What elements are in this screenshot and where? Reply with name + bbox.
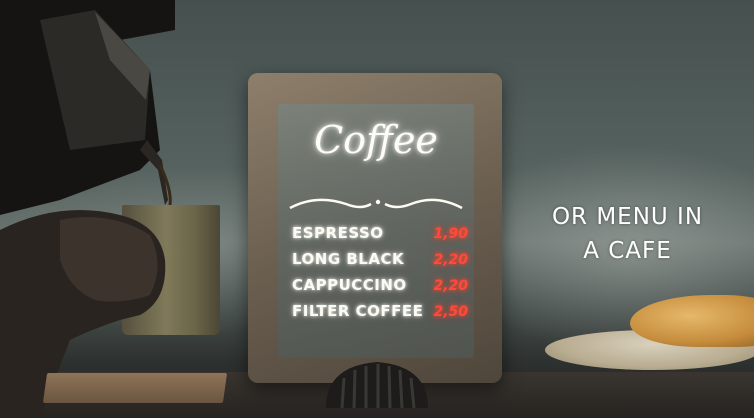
menu-item: FILTER COFFEE 2,50	[292, 302, 468, 328]
menu-list: ESPRESSO 1,90 LONG BLACK 2,20 CAPPUCCINO…	[292, 224, 468, 328]
item-name: CAPPUCCINO	[292, 276, 407, 294]
item-price: 2,20	[433, 278, 468, 294]
item-price: 2,50	[433, 304, 468, 320]
menu-item: CAPPUCCINO 2,20	[292, 276, 468, 302]
decorative-flourish	[289, 198, 463, 210]
menu-title: Coffee	[314, 118, 438, 162]
overlay-caption: OR MENU IN A CAFE	[525, 200, 730, 268]
notebook	[42, 373, 228, 403]
moka-pot	[0, 0, 175, 215]
board-stand	[326, 362, 428, 408]
item-name: FILTER COFFEE	[292, 302, 424, 320]
item-price: 1,90	[433, 226, 468, 242]
item-name: LONG BLACK	[292, 250, 405, 268]
caption-line-2: A CAFE	[583, 238, 672, 264]
item-price: 2,20	[433, 252, 468, 268]
menu-item: LONG BLACK 2,20	[292, 250, 468, 276]
item-name: ESPRESSO	[292, 224, 384, 242]
menu-item: ESPRESSO 1,90	[292, 224, 468, 250]
menu-board: Coffee ESPRESSO 1,90 LONG BLACK 2,20 CAP…	[278, 104, 474, 358]
caption-line-1: OR MENU IN	[551, 204, 704, 230]
